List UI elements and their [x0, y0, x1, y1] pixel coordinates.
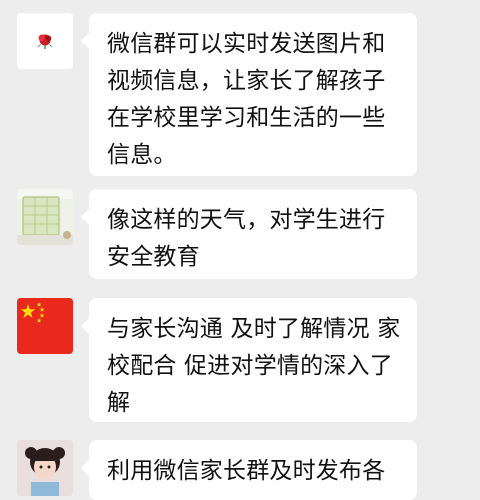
message-text: 微信群可以实时发送图片和视频信息，让家长了解孩子在学校里学习和生活的一些信息。: [107, 31, 386, 168]
china-flag-avatar[interactable]: [17, 298, 73, 354]
message-text: 像这样的天气，对学生进行安全教育: [107, 207, 386, 270]
message-bubble[interactable]: 微信群可以实时发送图片和视频信息，让家长了解孩子在学校里学习和生活的一些信息。: [81, 13, 417, 176]
chat-message-list: 微信群可以实时发送图片和视频信息，让家长了解孩子在学校里学习和生活的一些信息。 …: [0, 0, 480, 500]
message-text: 与家长沟通 及时了解情况 家校配合 促进对学情的深入了解: [107, 316, 401, 416]
message-bubble[interactable]: 像这样的天气，对学生进行安全教育: [81, 189, 417, 279]
classroom-photo-icon: [17, 189, 73, 245]
child-photo-icon: [17, 440, 73, 496]
message-bubble[interactable]: 利用微信家长群及时发布各: [81, 440, 417, 500]
message-bubble[interactable]: 与家长沟通 及时了解情况 家校配合 促进对学情的深入了解: [81, 298, 417, 422]
rose-avatar[interactable]: [17, 13, 73, 69]
china-flag-icon: [17, 298, 73, 354]
rose-icon: [17, 13, 73, 69]
message-text: 利用微信家长群及时发布各: [107, 458, 386, 484]
classroom-photo-avatar[interactable]: [17, 189, 73, 245]
child-photo-avatar[interactable]: [17, 440, 73, 496]
